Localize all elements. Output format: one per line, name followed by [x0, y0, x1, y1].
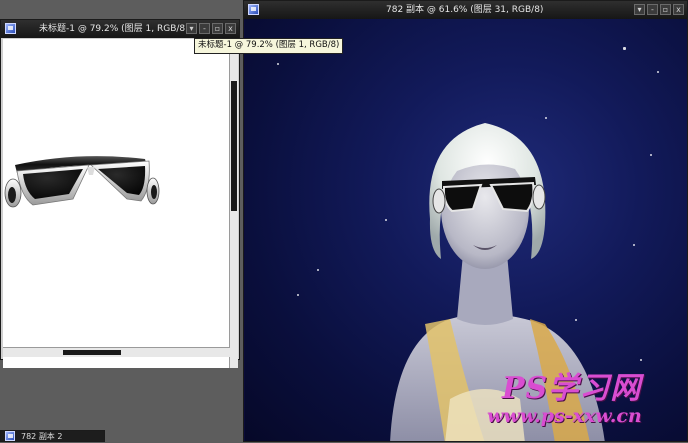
document-tooltip: 未标题-1 @ 79.2% (图层 1, RGB/8)	[194, 38, 344, 54]
menu-arrow-button[interactable]: ▾	[186, 23, 197, 34]
document-window-782-copy[interactable]: 782 副本 @ 61.6% (图层 31, RGB/8) ▾ - ▫ x PS…	[243, 0, 688, 442]
window-titlebar[interactable]: 782 副本 @ 61.6% (图层 31, RGB/8) ▾ - ▫ x	[244, 1, 687, 19]
menu-arrow-button[interactable]: ▾	[634, 4, 645, 15]
window-title: 未标题-1 @ 79.2% (图层 1, RGB/8)	[39, 24, 189, 34]
sunglasses-artwork	[4, 156, 160, 208]
vertical-scroll-thumb[interactable]	[231, 81, 237, 211]
horizontal-scrollbar[interactable]	[3, 347, 230, 357]
document-window-782-copy-2[interactable]: 782 副本 2	[0, 430, 105, 442]
window-titlebar[interactable]: 未标题-1 @ 79.2% (图层 1, RGB/8) ▾ - ▫ x	[1, 20, 239, 38]
window-title: 782 副本 @ 61.6% (图层 31, RGB/8)	[386, 5, 544, 15]
close-button[interactable]: x	[225, 23, 236, 34]
close-button[interactable]: x	[673, 4, 684, 15]
watermark-url: www.ps-xxw.cn	[487, 405, 642, 427]
photoshop-document-icon	[248, 4, 259, 15]
photoshop-document-icon	[5, 23, 16, 34]
photo-canvas[interactable]: PS学习网 www.ps-xxw.cn	[245, 19, 687, 441]
document-canvas[interactable]	[3, 39, 230, 368]
window-controls: ▾ - ▫ x	[186, 23, 236, 34]
minimize-button[interactable]: -	[647, 4, 658, 15]
window-title: 782 副本 2	[21, 432, 63, 441]
minimize-button[interactable]: -	[199, 23, 210, 34]
window-controls: ▾ - ▫ x	[634, 4, 684, 15]
vertical-scrollbar[interactable]	[229, 39, 238, 368]
maximize-button[interactable]: ▫	[212, 23, 223, 34]
photoshop-document-icon	[5, 431, 15, 441]
horizontal-scroll-thumb[interactable]	[63, 350, 121, 355]
document-window-untitled[interactable]: 未标题-1 @ 79.2% (图层 1, RGB/8) ▾ - ▫ x	[0, 19, 240, 368]
maximize-button[interactable]: ▫	[660, 4, 671, 15]
watermark-site-name: PS学习网	[502, 371, 642, 406]
